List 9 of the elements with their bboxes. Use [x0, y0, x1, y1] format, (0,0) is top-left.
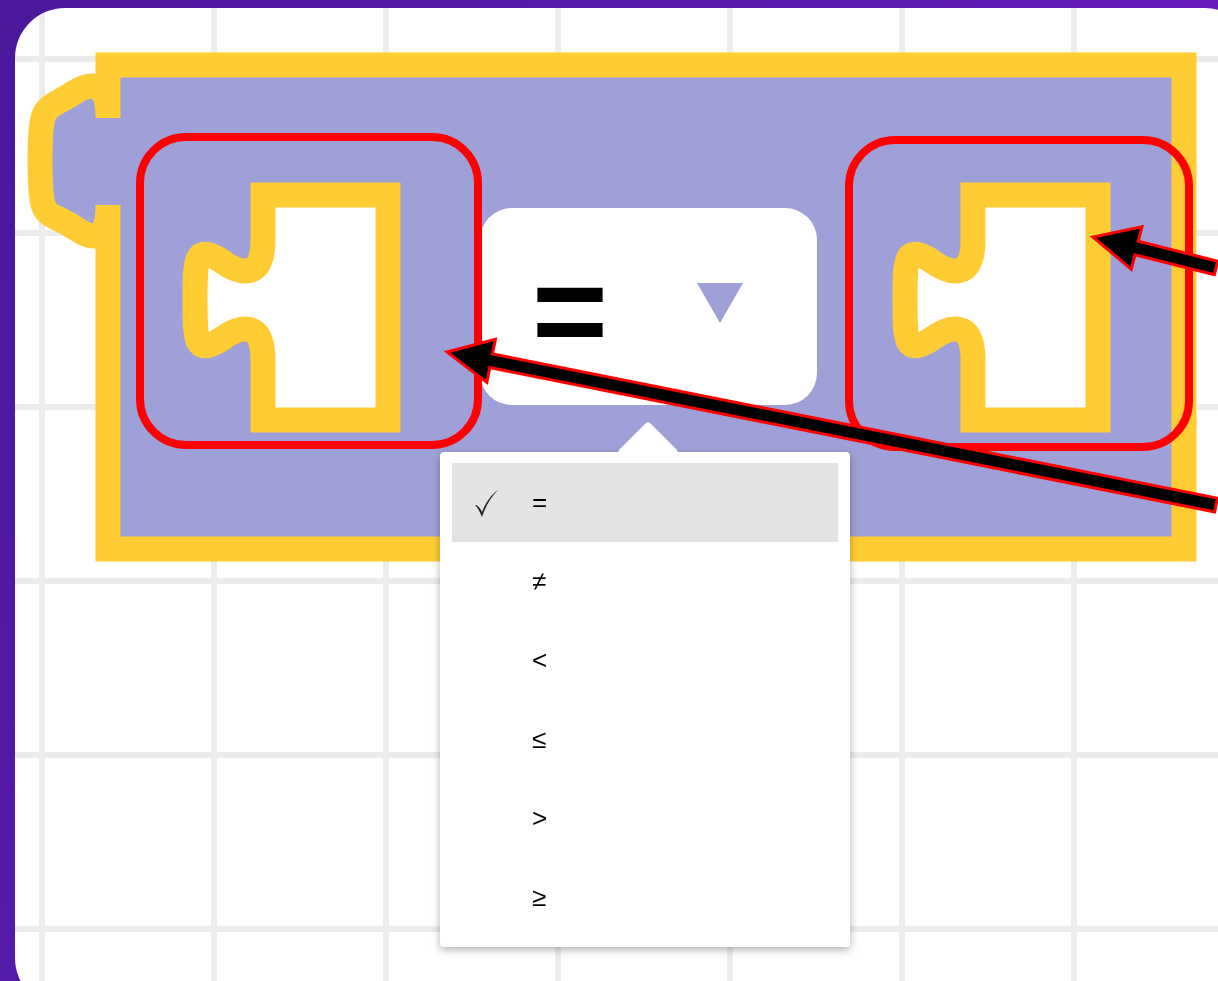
caret-icon — [697, 283, 743, 323]
menu-item[interactable]: = — [452, 463, 838, 542]
check-icon — [472, 487, 500, 518]
menu-item[interactable]: < — [452, 621, 838, 700]
menu-item[interactable]: ≤ — [452, 700, 838, 779]
menu-item[interactable]: ≥ — [452, 858, 838, 937]
menu-item[interactable]: ≠ — [452, 542, 838, 621]
menu-item[interactable]: > — [452, 779, 838, 858]
operator-dropdown[interactable]: = — [480, 208, 817, 405]
